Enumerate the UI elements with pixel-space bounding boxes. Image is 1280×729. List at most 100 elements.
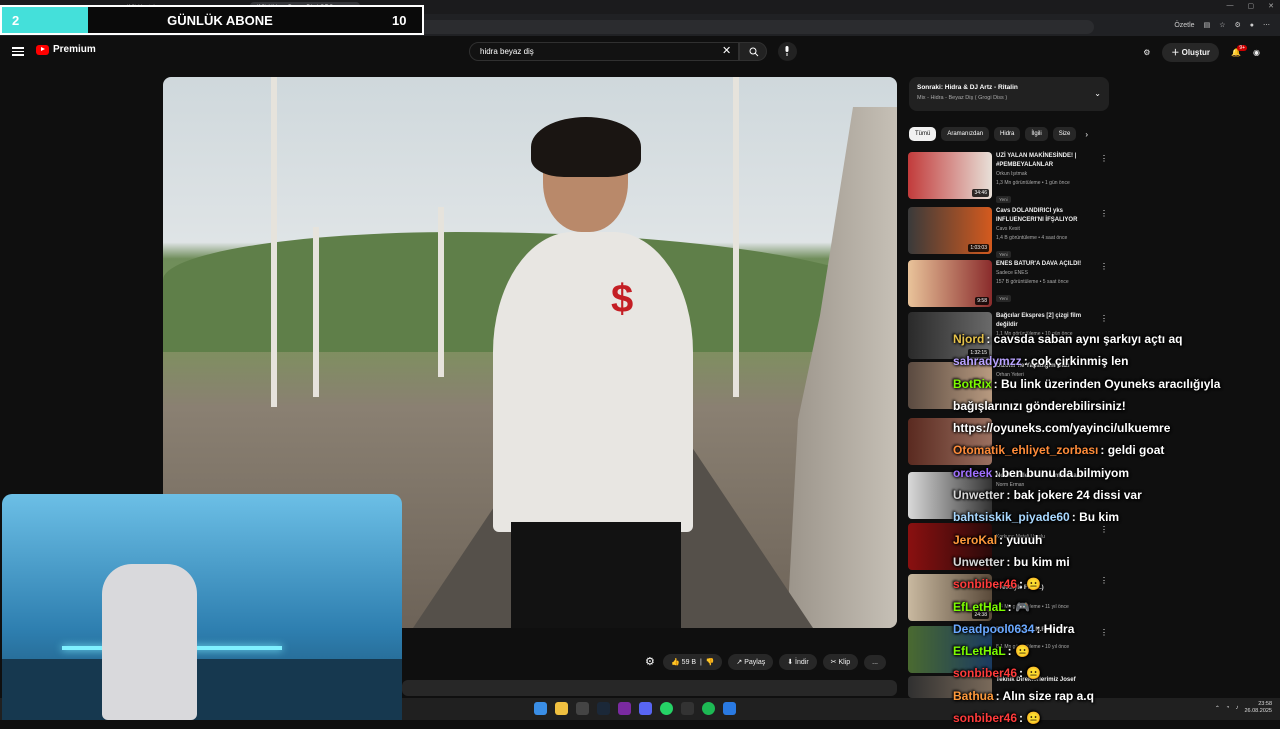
more-icon[interactable]: ⋯	[1263, 21, 1270, 29]
voice-search-button[interactable]	[778, 42, 797, 61]
chat-text: : cavsda saban aynı şarkıyı açtı aq	[986, 332, 1183, 346]
chat-username[interactable]: sonbiber46	[953, 666, 1017, 680]
like-count: 59 B	[681, 659, 697, 666]
terminal-icon[interactable]	[576, 702, 589, 715]
chat-username[interactable]: ordeek	[953, 466, 992, 480]
extensions-icon[interactable]: ⚙	[1234, 21, 1240, 29]
chat-username[interactable]: Otomatik_ehliyet_zorbası	[953, 443, 1098, 457]
taskbar-apps	[534, 702, 736, 715]
video-stats: 1,4 B görüntüleme • 4 saat önce	[996, 235, 1068, 241]
more-options-icon[interactable]: ⋮	[1100, 209, 1108, 218]
maximize-icon[interactable]: ▢	[1248, 2, 1255, 10]
filter-chips: Tümü Aramanızdan Hidra İlgili Size ›	[909, 127, 1088, 141]
chat-username[interactable]: JeroKal	[953, 533, 997, 547]
webcam-desk	[2, 659, 402, 720]
menu-icon[interactable]	[12, 45, 24, 57]
recommendation-item[interactable]: 1:03:03 Cavs DOLANDIRICI yks INFLUENCERI…	[908, 207, 1108, 258]
new-badge: Yeni	[996, 196, 1011, 203]
chat-username[interactable]: Njord	[953, 332, 984, 346]
discord-icon[interactable]	[639, 702, 652, 715]
create-button[interactable]: ＋ Oluştur	[1162, 43, 1220, 62]
spotify-icon[interactable]	[702, 702, 715, 715]
chat-text: : Bu kim	[1071, 510, 1120, 525]
chip-for-you[interactable]: Size	[1052, 127, 1077, 141]
search-input[interactable]: hidra beyaz diş	[469, 42, 739, 61]
more-options-icon[interactable]: ⋮	[1100, 314, 1108, 323]
close-icon[interactable]: ✕	[1268, 2, 1274, 10]
browser-icon[interactable]	[723, 702, 736, 715]
video-thumbnail[interactable]: 34:46	[908, 152, 992, 199]
more-options-icon[interactable]: ⋮	[1100, 154, 1108, 163]
new-badge: Yeni	[996, 295, 1011, 302]
chat-username[interactable]: EfLetHaL	[953, 600, 1006, 614]
stream-chat-overlay: Njord: cavsda saban aynı şarkıyı açtı aq…	[953, 328, 1273, 729]
chat-username[interactable]: Unwetter	[953, 488, 1004, 502]
chevron-down-icon[interactable]: ⌄	[1094, 89, 1101, 98]
chat-message: ordeek: ben bunu da bilmiyom	[953, 462, 1273, 484]
more-options-icon[interactable]: ⋮	[1100, 262, 1108, 271]
summarize-button[interactable]: Özetle	[1174, 22, 1194, 29]
power-pole	[733, 77, 739, 397]
chat-username[interactable]: Deadpool0634	[953, 622, 1034, 636]
power-pole	[271, 77, 277, 407]
chat-username[interactable]: BotRix	[953, 377, 992, 391]
bookmark-icon[interactable]: ☆	[1219, 21, 1225, 29]
chip-hidra[interactable]: Hidra	[994, 127, 1021, 141]
obs-icon[interactable]	[681, 702, 694, 715]
clip-button[interactable]: ✂ Klip	[822, 654, 859, 670]
like-button[interactable]: 👍 59 B | 👎	[663, 654, 723, 670]
chat-text: : bu kim mi	[1006, 554, 1070, 569]
share-button[interactable]: ↗ Paylaş	[728, 654, 774, 670]
settings-icon[interactable]: ⚙	[645, 656, 657, 668]
minimize-icon[interactable]: —	[1227, 2, 1234, 10]
duration-badge: 1:03:03	[968, 244, 989, 252]
recommendation-item[interactable]: 34:46 UZİ YALAN MAKİNESİNDE! | #PEMBEYAL…	[908, 152, 1108, 203]
notifications-button[interactable]: 🔔 9+	[1231, 45, 1248, 57]
up-next-subtitle: Mix - Hidra - Beyaz Diş ( Grogi Diss )	[917, 95, 1008, 101]
avatar[interactable]: ◉	[1253, 48, 1260, 57]
whatsapp-icon[interactable]	[660, 702, 673, 715]
cast-icon[interactable]: ⚙	[1143, 48, 1150, 57]
profile-icon[interactable]: ●	[1250, 22, 1254, 29]
clear-search-icon[interactable]: ✕	[722, 44, 731, 57]
chat-username[interactable]: Unwetter	[953, 555, 1004, 569]
power-pole	[313, 227, 319, 397]
create-label: Oluştur	[1181, 48, 1211, 57]
chip-all[interactable]: Tümü	[909, 127, 937, 141]
video-title[interactable]: ENES BATUR'A DAVA AÇILDI!	[996, 260, 1096, 269]
video-title[interactable]: Cavs DOLANDIRICI yks INFLUENCERI'NI İFŞA…	[996, 207, 1096, 225]
video-thumbnail[interactable]: 1:03:03	[908, 207, 992, 254]
chat-username[interactable]: sonbiber46	[953, 711, 1017, 725]
channel-name[interactable]: Sadece ENES	[996, 269, 1096, 278]
steam-icon[interactable]	[597, 702, 610, 715]
recommendation-item[interactable]: 9:58 ENES BATUR'A DAVA AÇILDI! Sadece EN…	[908, 260, 1108, 310]
chat-message: Unwetter: bu kim mi	[953, 551, 1273, 573]
search-button[interactable]	[739, 42, 767, 61]
chat-username[interactable]: EfLetHaL	[953, 644, 1006, 658]
chat-text: : bak jokere 24 dissi var	[1006, 488, 1142, 503]
channel-name[interactable]: Orkun Işıtmak	[996, 170, 1096, 179]
more-actions-button[interactable]: ...	[864, 654, 887, 670]
chat-username[interactable]: bahtsiskik_piyade60	[953, 510, 1070, 524]
chat-text: : 🎮	[1007, 599, 1030, 614]
chip-from-search[interactable]: Aramanızdan	[941, 127, 990, 141]
chat-username[interactable]: sonbiber46	[953, 577, 1017, 591]
chat-text: : 😐	[1007, 644, 1030, 659]
video-thumbnail[interactable]: 9:58	[908, 260, 992, 307]
chevron-right-icon[interactable]: ›	[1085, 130, 1088, 139]
reader-icon[interactable]: ▤	[1204, 21, 1211, 29]
up-next-panel[interactable]: Sonraki: Hidra & DJ Artz - Ritalin Mix -…	[909, 77, 1109, 111]
chat-text: : Hidra	[1036, 621, 1075, 636]
chat-message: EfLetHaL: 😐	[953, 640, 1273, 662]
file-explorer-icon[interactable]	[555, 702, 568, 715]
video-title[interactable]: UZİ YALAN MAKİNESİNDE! | #PEMBEYALANLAR	[996, 152, 1096, 170]
windows-start-icon[interactable]	[534, 702, 547, 715]
channel-name[interactable]: Cavs Kesit	[996, 225, 1096, 234]
chat-username[interactable]: Bathua	[953, 689, 994, 703]
youtube-logo[interactable]: Premium	[36, 44, 96, 55]
download-button[interactable]: ⬇ İndir	[779, 654, 817, 670]
description-bar[interactable]	[402, 680, 897, 696]
app-icon[interactable]	[618, 702, 631, 715]
chip-related[interactable]: İlgili	[1025, 127, 1048, 141]
chat-username[interactable]: sahradymzz	[953, 354, 1022, 368]
